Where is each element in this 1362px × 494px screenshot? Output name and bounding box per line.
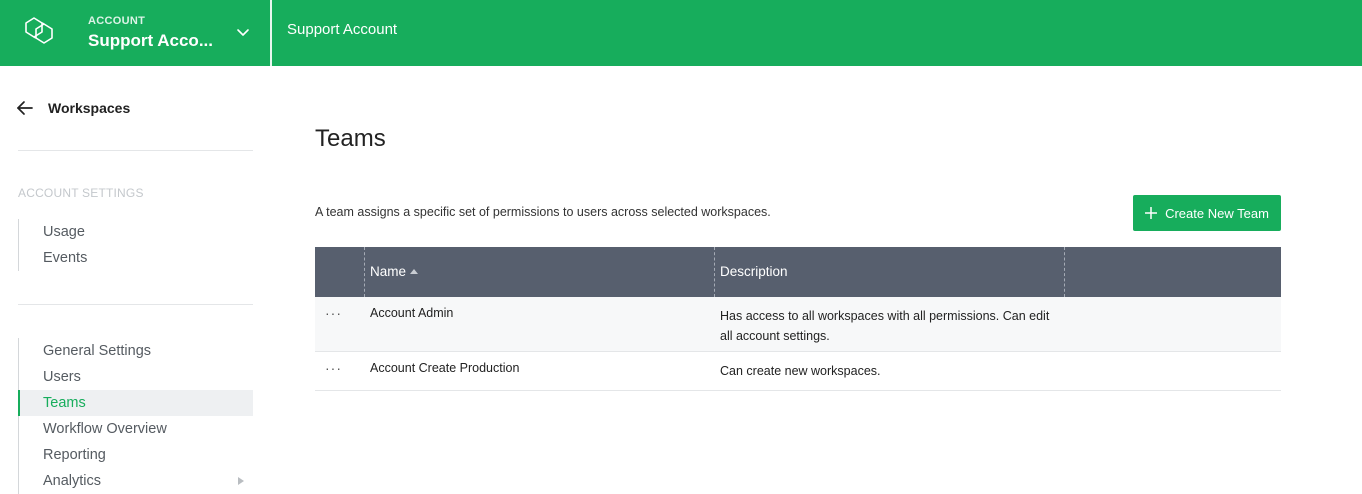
arrow-left-icon (17, 101, 33, 115)
team-description: Can create new workspaces. (720, 364, 881, 378)
topbar-title: Support Account (287, 21, 398, 38)
row-menu-icon[interactable]: ··· (325, 360, 342, 376)
team-name: Account Admin (370, 306, 454, 320)
sidebar-item-reporting[interactable]: Reporting (19, 442, 253, 468)
sidebar-item-teams[interactable]: Teams (18, 390, 253, 416)
logo-icon (25, 17, 53, 44)
sidebar-item-usage[interactable]: Usage (19, 219, 253, 245)
sidebar-item-users[interactable]: Users (19, 364, 253, 390)
table-header: Name Description (315, 247, 1281, 297)
sidebar-divider (18, 304, 253, 305)
sidebar-item-analytics[interactable]: Analytics (19, 468, 253, 494)
plus-icon (1145, 207, 1158, 219)
account-name: Support Acco... (88, 31, 213, 50)
account-label: ACCOUNT (88, 15, 146, 27)
create-new-team-label: Create New Team (1165, 205, 1269, 221)
sidebar-item-label: Analytics (43, 473, 102, 489)
chevron-down-icon[interactable] (236, 25, 250, 39)
account-switcher[interactable]: ACCOUNT Support Acco... (0, 0, 270, 66)
sort-ascending-icon (410, 269, 419, 274)
page-description: A team assigns a specific set of permiss… (315, 205, 771, 219)
column-header-name[interactable]: Name (364, 247, 419, 297)
back-label: Workspaces (48, 100, 131, 116)
sidebar-item-general-settings[interactable]: General Settings (19, 338, 253, 364)
sidebar-item-events[interactable]: Events (19, 245, 253, 271)
table-row[interactable]: ··· Account Create Production Can create… (315, 352, 1281, 391)
row-menu-icon[interactable]: ··· (325, 305, 342, 321)
sidebar-group-settings: General Settings Users Teams Workflow Ov… (18, 338, 253, 494)
column-header-label: Description (720, 264, 788, 279)
column-header-label: Name (370, 264, 407, 279)
team-name: Account Create Production (370, 361, 520, 375)
caret-right-icon (238, 477, 244, 485)
create-new-team-button[interactable]: Create New Team (1133, 195, 1281, 231)
sidebar-item-workflow-overview[interactable]: Workflow Overview (19, 416, 253, 442)
page-title: Teams (315, 125, 386, 152)
column-header-description[interactable]: Description (714, 247, 788, 297)
team-description: Has access to all workspaces with all pe… (720, 309, 1050, 343)
teams-table: Name Description ··· Account Admin Has a… (315, 247, 1281, 391)
table-row[interactable]: ··· Account Admin Has access to all work… (315, 297, 1281, 352)
column-divider (1064, 247, 1065, 297)
sidebar-divider (18, 150, 253, 151)
sidebar-group-usage: Usage Events (18, 219, 253, 271)
section-label: ACCOUNT SETTINGS (18, 186, 144, 200)
top-bar: ACCOUNT Support Acco... Support Account (0, 0, 1362, 66)
back-to-workspaces-link[interactable]: Workspaces (16, 97, 130, 119)
topbar-divider (270, 0, 272, 66)
